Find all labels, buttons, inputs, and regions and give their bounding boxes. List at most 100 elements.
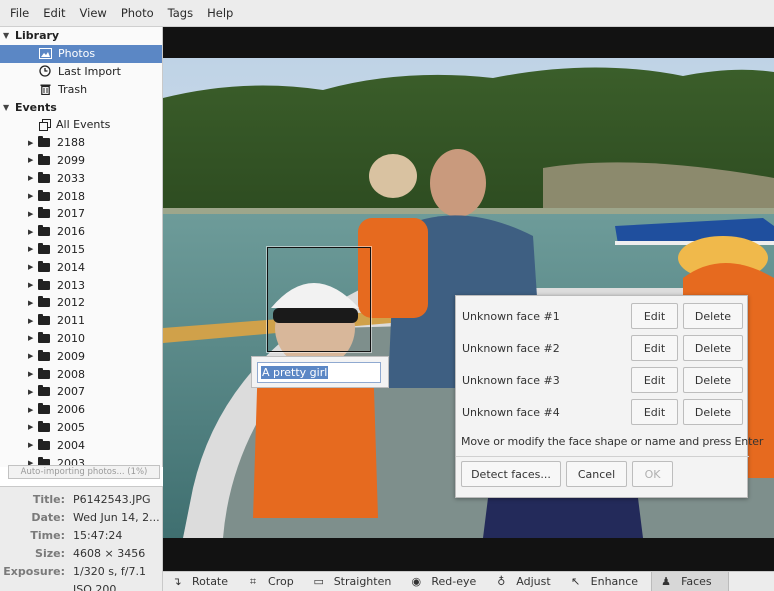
sidebar-item-last-import[interactable]: Last Import — [0, 63, 162, 81]
sidebar: ▼ Library Photos Last Import Trash ▼ Eve… — [0, 27, 163, 467]
event-year-label: 2006 — [57, 403, 85, 417]
folder-icon — [38, 349, 50, 361]
edit-face-button[interactable]: Edit — [631, 335, 678, 361]
event-year-item[interactable]: ▶ 2012 — [0, 294, 162, 312]
delete-face-button[interactable]: Delete — [683, 399, 743, 425]
adjust-tool[interactable]: ♁ Adjust — [495, 572, 550, 591]
info-label: Title: — [32, 492, 65, 506]
sidebar-item-trash[interactable]: Trash — [0, 80, 162, 98]
delete-face-button[interactable]: Delete — [683, 335, 743, 361]
folder-icon — [38, 314, 50, 326]
event-year-item[interactable]: ▶ 2016 — [0, 223, 162, 241]
event-year-item[interactable]: ▶ 2017 — [0, 205, 162, 223]
event-year-item[interactable]: ▶ 2188 — [0, 134, 162, 152]
expander-icon[interactable]: ▶ — [28, 370, 38, 378]
folder-icon — [38, 225, 50, 237]
expander-icon[interactable]: ▶ — [28, 263, 38, 271]
enhance-icon: ↖ — [571, 575, 581, 588]
expander-icon[interactable]: ▶ — [28, 245, 38, 253]
event-year-label: 2005 — [57, 420, 85, 434]
auto-import-progress: Auto-importing photos... (1%) — [8, 465, 160, 479]
menu-photo[interactable]: Photo — [114, 6, 161, 20]
expander-icon[interactable]: ▶ — [28, 281, 38, 289]
event-year-item[interactable]: ▶ 2018 — [0, 187, 162, 205]
folder-icon — [38, 260, 50, 272]
cancel-button[interactable]: Cancel — [566, 461, 627, 487]
faces-tool[interactable]: ♟ Faces — [651, 571, 729, 591]
face-selection-box[interactable] — [267, 247, 371, 352]
event-year-item[interactable]: ▶ 2004 — [0, 436, 162, 454]
menu-bar: File Edit View Photo Tags Help — [0, 0, 774, 27]
expander-icon[interactable]: ▶ — [28, 156, 38, 164]
info-iso-row: ISO 200 — [0, 580, 162, 591]
expander-icon[interactable]: ▶ — [28, 441, 38, 449]
menu-view[interactable]: View — [73, 6, 114, 20]
photo-viewer[interactable]: A pretty girl Unknown face #1 Edit Delet… — [163, 27, 774, 571]
adjust-icon: ♁ — [497, 575, 506, 588]
crop-tool[interactable]: ⌗ Crop — [247, 572, 294, 591]
expander-icon[interactable]: ▶ — [28, 174, 38, 182]
event-year-item[interactable]: ▶ 2006 — [0, 401, 162, 419]
edit-face-button[interactable]: Edit — [631, 367, 678, 393]
menu-help[interactable]: Help — [200, 6, 240, 20]
detect-faces-button[interactable]: Detect faces... — [461, 461, 561, 487]
info-value: P6142543.JPG — [73, 492, 151, 506]
info-value: ISO 200 — [73, 582, 117, 591]
edit-face-button[interactable]: Edit — [631, 399, 678, 425]
event-year-item[interactable]: ▶ 2099 — [0, 152, 162, 170]
menu-edit[interactable]: Edit — [36, 6, 72, 20]
edit-face-button[interactable]: Edit — [631, 303, 678, 329]
face-row: Unknown face #3 Edit Delete — [456, 364, 749, 396]
enhance-tool[interactable]: ↖ Enhance — [570, 572, 638, 591]
straighten-icon: ▭ — [313, 575, 324, 588]
rotate-tool[interactable]: ↴ Rotate — [171, 572, 228, 591]
event-year-item[interactable]: ▶ 2009 — [0, 347, 162, 365]
sidebar-item-photos[interactable]: Photos — [0, 44, 162, 63]
folder-icon — [38, 331, 50, 343]
red-eye-icon: ◉ — [411, 575, 422, 588]
clock-icon — [38, 64, 52, 78]
delete-face-button[interactable]: Delete — [683, 303, 743, 329]
expander-icon[interactable]: ▶ — [28, 352, 38, 360]
expander-icon[interactable]: ▼ — [3, 103, 15, 112]
event-year-item[interactable]: ▶ 2033 — [0, 169, 162, 187]
events-header[interactable]: ▼ Events — [0, 98, 162, 116]
menu-tags[interactable]: Tags — [161, 6, 200, 20]
event-year-item[interactable]: ▶ 2014 — [0, 258, 162, 276]
event-year-item[interactable]: ▶ 2011 — [0, 312, 162, 330]
event-year-item[interactable]: ▶ 2005 — [0, 419, 162, 437]
expander-icon[interactable]: ▶ — [28, 228, 38, 236]
sidebar-item-label: Trash — [58, 82, 88, 96]
folder-icon — [38, 438, 50, 450]
expander-icon[interactable]: ▶ — [28, 299, 38, 307]
delete-face-button[interactable]: Delete — [683, 367, 743, 393]
event-year-item[interactable]: ▶ 2008 — [0, 365, 162, 383]
folder-icon — [38, 420, 50, 432]
expander-icon[interactable]: ▶ — [28, 406, 38, 414]
expander-icon[interactable]: ▶ — [28, 139, 38, 147]
red-eye-tool[interactable]: ◉ Red-eye — [410, 572, 477, 591]
event-year-item[interactable]: ▶ 2015 — [0, 241, 162, 259]
edit-toolbar: ↴ Rotate ⌗ Crop ▭ Straighten ◉ Red-eye ♁ Adju… — [163, 571, 774, 591]
face-name-input[interactable]: A pretty girl — [257, 362, 381, 383]
expander-icon[interactable]: ▼ — [3, 31, 15, 40]
face-name: Unknown face #1 — [462, 309, 560, 323]
expander-icon[interactable]: ▶ — [28, 192, 38, 200]
ok-button[interactable]: OK — [632, 461, 673, 487]
event-year-label: 2015 — [57, 242, 85, 256]
menu-file[interactable]: File — [6, 6, 36, 20]
straighten-tool[interactable]: ▭ Straighten — [313, 572, 392, 591]
info-value: Wed Jun 14, 2... — [73, 510, 160, 524]
expander-icon[interactable]: ▶ — [28, 334, 38, 342]
event-year-label: 2007 — [57, 385, 85, 399]
sidebar-item-all-events[interactable]: All Events — [0, 116, 162, 134]
event-year-item[interactable]: ▶ 2010 — [0, 330, 162, 348]
library-header[interactable]: ▼ Library — [0, 27, 162, 45]
event-year-item[interactable]: ▶ 2013 — [0, 276, 162, 294]
expander-icon[interactable]: ▶ — [28, 423, 38, 431]
expander-icon[interactable]: ▶ — [28, 210, 38, 218]
expander-icon[interactable]: ▶ — [28, 317, 38, 325]
expander-icon[interactable]: ▶ — [28, 388, 38, 396]
event-year-item[interactable]: ▶ 2007 — [0, 383, 162, 401]
event-year-label: 2017 — [57, 207, 85, 221]
